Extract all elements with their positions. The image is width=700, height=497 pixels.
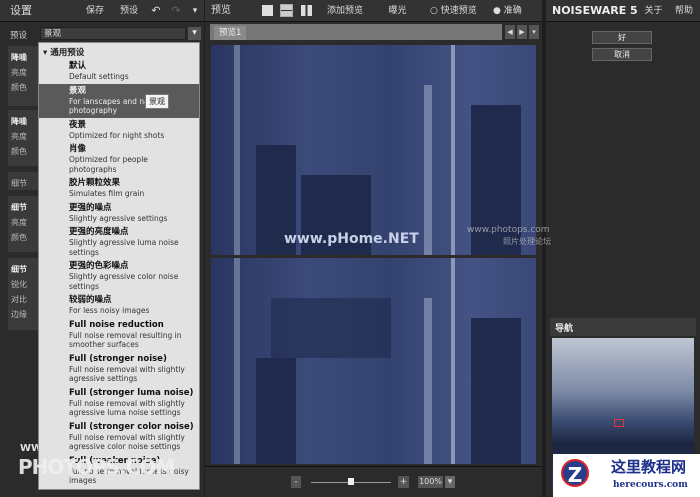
preset-menu-item[interactable]: Full (stronger luma noise) Full noise rem… — [39, 386, 199, 420]
right-panel: NOISEWARE 5 关于 帮助 导航 — [546, 0, 700, 497]
about-button[interactable]: 关于 — [641, 0, 666, 22]
preset-dropdown-menu: ▾ 通用预设 默认 Default settings 景观 For lanscapes… — [38, 42, 200, 490]
preset-name: 景观 — [69, 85, 87, 96]
preset-menu-item[interactable]: 肖像 Optimized for people photographs — [39, 142, 199, 176]
preset-description: Optimized for people photographs — [69, 155, 148, 174]
preset-description: Full noise removal with slightly agressi… — [69, 432, 185, 452]
preset-description: Slightly agressive settings — [69, 213, 168, 223]
watermark-logo: Z 这里教程网 herecours.com — [553, 454, 700, 497]
preset-label: 预设 — [10, 31, 28, 41]
preset-name: Full noise reduction — [69, 319, 164, 330]
preset-name: 默认 — [69, 61, 87, 71]
preset-menu-item[interactable]: 较弱的噪点 For less noisy images — [39, 293, 199, 318]
navigator-viewport[interactable] — [614, 419, 624, 427]
preset-name: Full (stronger luma noise) — [69, 387, 194, 398]
preset-description: For lanscapes and nature photography — [69, 96, 164, 116]
preset-menu-item[interactable]: 夜景 Optimized for night shots — [39, 118, 199, 143]
preset-menu-item[interactable]: Full (stronger color noise) Full noise re… — [39, 420, 199, 454]
preset-description: Full noise removal with slightly agressi… — [69, 398, 185, 418]
cancel-button[interactable]: 取消 — [592, 48, 652, 61]
noiseware-logo: NOISEWARE 5 — [552, 4, 638, 17]
zoom-in-button[interactable]: + — [398, 476, 409, 488]
tab-preview-1[interactable]: 预览1 — [214, 26, 247, 40]
preset-dropdown-icon[interactable]: ▾ — [188, 27, 201, 40]
preset-description: Simulates film grain — [69, 189, 145, 198]
tab-prev-icon[interactable]: ◀ — [505, 25, 515, 39]
preset-name: 更强的色彩噪点 — [69, 261, 129, 271]
watermark-photops-cn: 照片处理论坛 — [503, 237, 551, 246]
save-button[interactable]: 保存 — [80, 0, 110, 22]
preset-name: 更强的亮度噪点 — [69, 227, 129, 237]
zoom-dropdown-icon[interactable]: ▾ — [445, 476, 455, 488]
exposure-button[interactable]: 曝光 — [380, 0, 415, 22]
preset-name: Full (stronger color noise) — [69, 421, 194, 432]
preset-name: 夜景 — [69, 119, 87, 130]
tab-menu-icon[interactable]: ▾ — [529, 25, 539, 39]
tab-detail[interactable]: 细节 — [8, 172, 40, 190]
preset-menu-item[interactable]: 更强的亮度噪点 Slightly agressive luma noise set… — [39, 225, 199, 259]
preset-menu-item[interactable]: 胶片颗粒效果 Simulates film grain — [39, 176, 199, 201]
presets-button[interactable]: 预设 — [114, 0, 144, 22]
preview-image-after[interactable] — [211, 258, 536, 464]
section-noise: 降噪 亮度 颜色 — [8, 110, 40, 166]
preset-description: Optimized for night shots — [69, 130, 165, 140]
tab-next-icon[interactable]: ▶ — [517, 25, 527, 39]
preset-group-header[interactable]: ▾ 通用预设 — [39, 43, 199, 59]
preset-description: Default settings — [69, 72, 129, 81]
preset-menu-item[interactable]: 景观 For lanscapes and nature photography — [39, 83, 199, 118]
preset-description: Full noise removal with slightly agressi… — [69, 364, 185, 384]
section-luma-noise: 降噪 亮度 颜色 — [8, 46, 40, 106]
help-button[interactable]: 帮助 — [670, 0, 698, 22]
preset-menu-item[interactable]: Full noise reduction Full noise removal r… — [39, 318, 199, 352]
fast-preview-radio[interactable]: ○ 快速预览 — [430, 0, 477, 22]
preset-description: Slightly agressive color noise settings — [69, 272, 179, 291]
watermark-phome: www.pHome.NET — [284, 231, 419, 247]
single-view-icon[interactable] — [262, 5, 273, 16]
watermark-photops: PHOTOPS.COM — [18, 455, 175, 479]
chevron-down-icon[interactable]: ▾ — [188, 0, 202, 22]
section-detail: 细节 亮度 颜色 — [8, 196, 40, 252]
navigator-title: 导航 — [550, 318, 696, 336]
preset-name: 肖像 — [69, 144, 87, 154]
preview-image-before[interactable]: www.pHome.NET — [211, 45, 536, 255]
preset-menu-item[interactable]: Full (stronger noise) Full noise removal … — [39, 352, 199, 386]
split-vertical-icon[interactable] — [301, 5, 312, 16]
accurate-radio[interactable]: ● 准确 — [493, 0, 522, 22]
preset-menu-item[interactable]: 更强的噪点 Slightly agressive settings — [39, 201, 199, 226]
settings-toolbar: 设置 保存 预设 ↶ ↷ ▾ — [0, 0, 204, 22]
add-preview-button[interactable]: 添加预览 — [320, 0, 370, 22]
preset-name: Full (stronger noise) — [69, 353, 167, 364]
settings-title: 设置 — [10, 4, 32, 17]
split-horizontal-icon[interactable] — [280, 4, 293, 17]
section-detail-enhance: 细节 锐化 对比 边缘 — [8, 258, 40, 330]
preview-title: 预览 — [211, 5, 231, 16]
watermark-photops-url: www.photops.com — [467, 225, 550, 235]
tooltip: 景观 — [145, 94, 169, 109]
ok-button[interactable]: 好 — [592, 31, 652, 44]
right-toolbar: NOISEWARE 5 关于 帮助 — [546, 0, 700, 22]
preset-name: 更强的噪点 — [69, 202, 112, 213]
preset-description: Full noise removal resulting in smoother… — [69, 330, 182, 350]
preview-tab-bar: 预览1 — [210, 24, 502, 40]
preview-toolbar: 预览 添加预览 曝光 ○ 快速预览 ● 准确 — [205, 0, 542, 22]
preset-description: Slightly agressive luma noise settings — [69, 238, 179, 257]
preset-menu-item[interactable]: 默认 Default settings — [39, 59, 199, 84]
preset-name: 较弱的噪点 — [69, 295, 112, 305]
preset-name: 胶片颗粒效果 — [69, 178, 121, 188]
preset-select[interactable]: 景观 — [40, 27, 186, 40]
preset-menu-item[interactable]: 更强的色彩噪点 Slightly agressive color noise se… — [39, 259, 199, 293]
zoom-level[interactable]: 100% — [418, 476, 443, 488]
zoom-slider-handle[interactable] — [348, 478, 354, 485]
undo-icon[interactable]: ↶ — [148, 0, 164, 22]
preset-description: For less noisy images — [69, 306, 150, 315]
redo-icon[interactable]: ↷ — [168, 0, 184, 22]
zoom-out-button[interactable]: - — [291, 476, 301, 488]
